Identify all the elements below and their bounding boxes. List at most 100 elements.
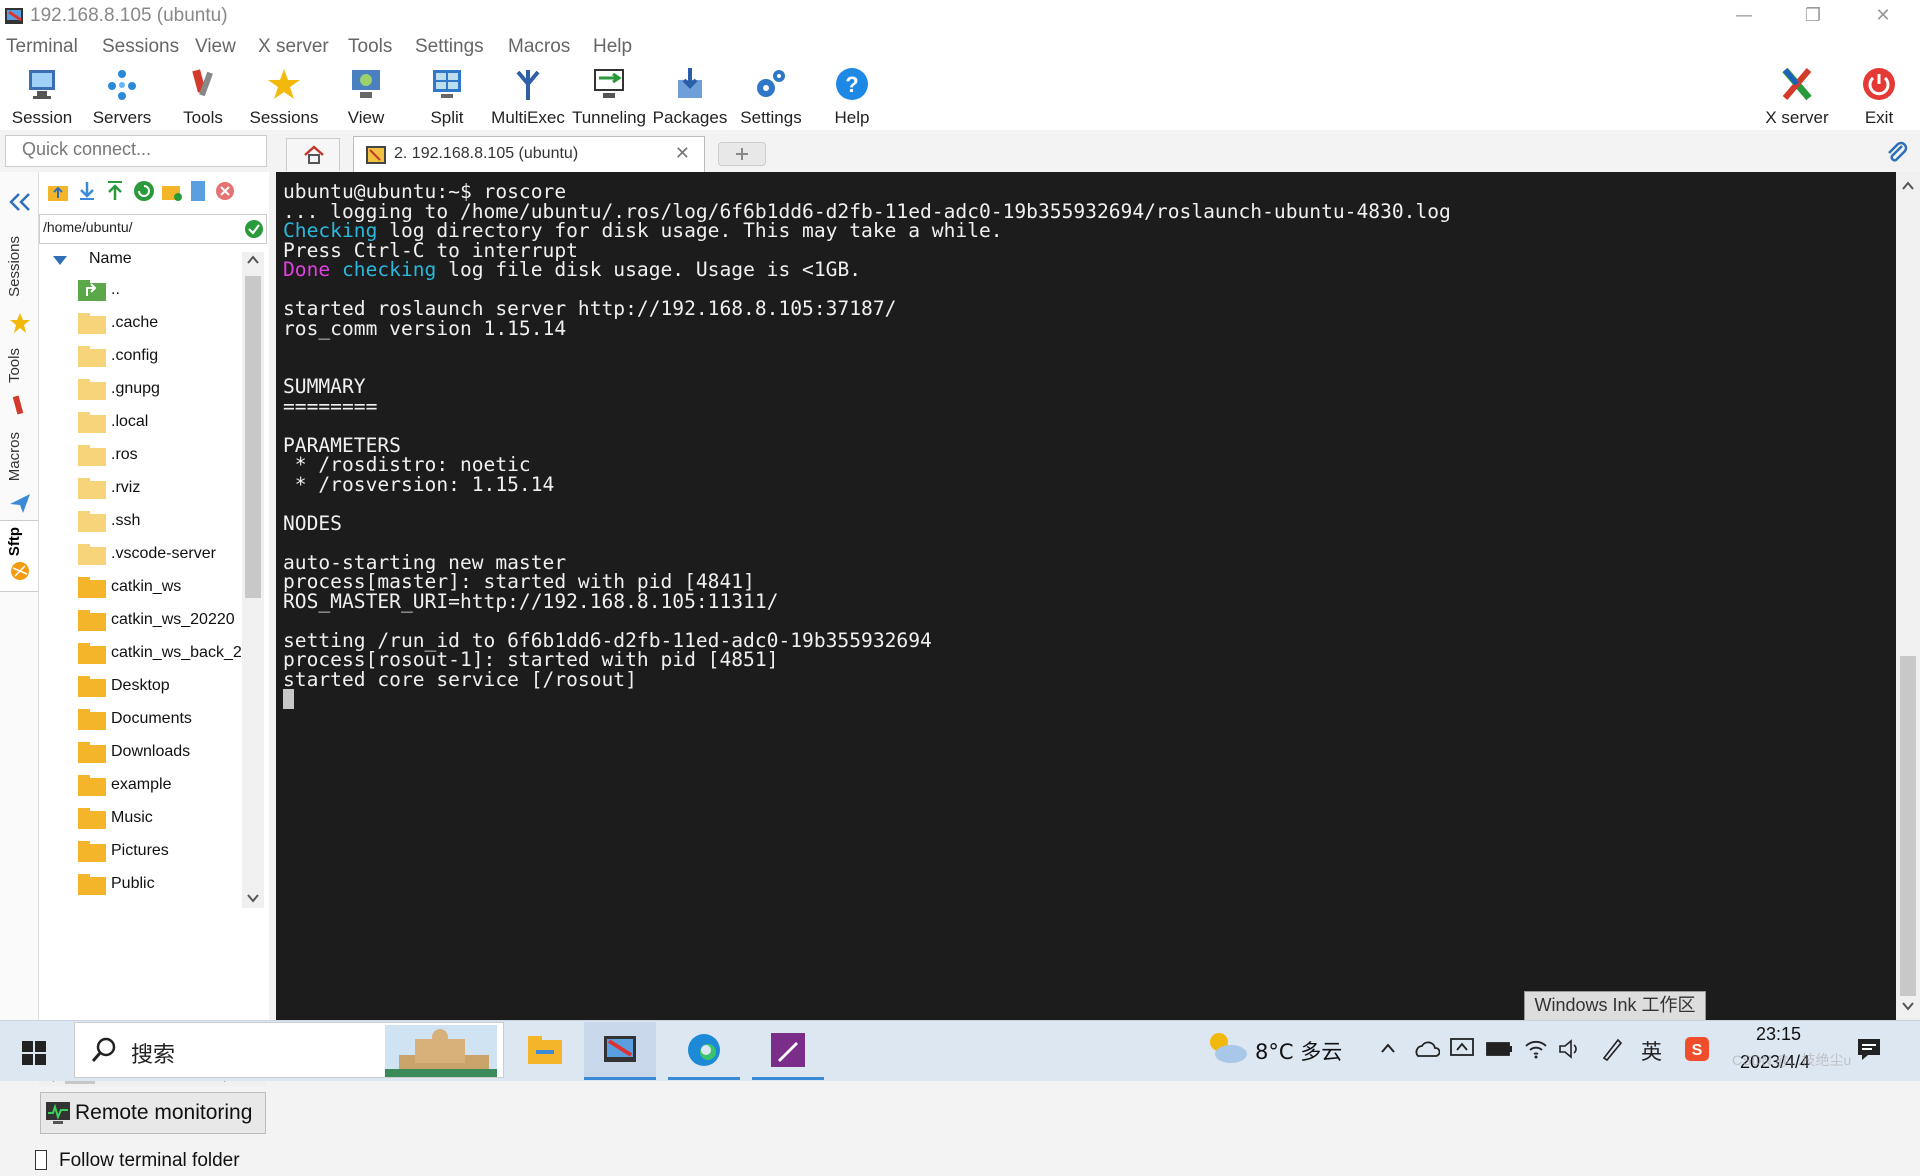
new-file-icon[interactable] [189, 180, 207, 202]
restore-button[interactable]: ❐ [1785, 0, 1841, 34]
refresh-icon[interactable] [133, 180, 155, 202]
view-button[interactable]: View [324, 66, 408, 128]
xserver-button[interactable]: X server [1755, 66, 1839, 128]
scroll-up-icon[interactable] [247, 254, 259, 266]
session-button[interactable]: Session [0, 66, 84, 128]
battery-icon[interactable] [1486, 1040, 1514, 1058]
sogou-ime-icon[interactable]: S [1684, 1036, 1710, 1062]
home-tab[interactable] [286, 138, 340, 171]
sftp-path-input[interactable]: /home/ubuntu/ [39, 214, 267, 244]
split-button[interactable]: Split [405, 66, 489, 128]
terminal-scroll-thumb[interactable] [1900, 656, 1916, 996]
menu-help[interactable]: Help [593, 36, 632, 58]
tray-chevron-up-icon[interactable] [1380, 1042, 1396, 1054]
path-ok-icon[interactable] [244, 219, 264, 239]
terminal-scrollbar[interactable] [1896, 172, 1920, 1020]
follow-folder-checkbox[interactable] [35, 1150, 47, 1170]
paperclip-icon[interactable] [1884, 140, 1910, 166]
column-header-name[interactable]: Name [39, 248, 239, 274]
menu-xserver[interactable]: X server [258, 36, 329, 58]
taskbar-mobaxterm[interactable] [584, 1022, 656, 1080]
tunneling-button[interactable]: Tunneling [567, 66, 651, 128]
new-tab-button[interactable] [718, 142, 766, 166]
file-row[interactable]: Desktop [77, 670, 247, 703]
follow-terminal-folder-row[interactable]: Follow terminal folder [35, 1142, 267, 1176]
file-row[interactable]: .rviz [77, 472, 247, 505]
quick-connect-input[interactable]: Quick connect... [5, 135, 267, 167]
file-name: catkin_ws_back_2 [111, 644, 242, 661]
file-row[interactable]: .config [77, 340, 247, 373]
ink-pen-icon[interactable] [1600, 1036, 1624, 1062]
file-row[interactable]: Public [77, 868, 247, 901]
file-row[interactable]: Music [77, 802, 247, 835]
sessions-button[interactable]: Sessions [242, 66, 326, 128]
scroll-down-icon[interactable] [247, 892, 259, 904]
menu-view[interactable]: View [195, 36, 236, 58]
scroll-up-icon[interactable] [1902, 180, 1914, 192]
remote-monitoring-button[interactable]: Remote monitoring [40, 1092, 266, 1134]
file-row[interactable]: .cache [77, 307, 247, 340]
taskbar-edge[interactable] [668, 1022, 740, 1080]
taskbar-file-explorer[interactable] [522, 1026, 568, 1076]
file-row[interactable]: Downloads [77, 736, 247, 769]
file-row[interactable]: Pictures [77, 835, 247, 868]
tools-button[interactable]: Tools [161, 66, 245, 128]
search-label: 搜索 [131, 1043, 176, 1068]
sftp-vertical-scrollbar[interactable] [242, 252, 264, 908]
tab-close-button[interactable]: ✕ [675, 143, 690, 164]
servers-button[interactable]: Servers [80, 66, 164, 128]
menu-settings[interactable]: Settings [415, 36, 484, 58]
terminal-line: started core service [/rosout] [283, 667, 637, 691]
windows-start-icon[interactable] [22, 1041, 46, 1065]
volume-icon[interactable] [1558, 1038, 1582, 1060]
taskbar-pen-app[interactable] [752, 1022, 824, 1080]
multiexec-button[interactable]: MultiExec [486, 66, 570, 128]
file-row[interactable]: .gnupg [77, 373, 247, 406]
clock-time[interactable]: 23:15 [1756, 1024, 1801, 1045]
ime-indicator[interactable]: 英 [1641, 1036, 1662, 1066]
terminal-line: ... logging to /home/ubuntu/.ros/log/6f6… [283, 199, 1451, 223]
minimize-button[interactable]: — [1716, 0, 1772, 34]
packages-button[interactable]: Packages [648, 66, 732, 128]
file-row[interactable]: .ros [77, 439, 247, 472]
file-row[interactable]: catkin_ws [77, 571, 247, 604]
folder-up-icon[interactable] [47, 182, 69, 202]
close-button[interactable]: ✕ [1855, 0, 1911, 34]
screen-share-icon[interactable] [1450, 1038, 1474, 1060]
file-row[interactable]: Documents [77, 703, 247, 736]
file-row[interactable]: example [77, 769, 247, 802]
file-row[interactable]: catkin_ws_20220 [77, 604, 247, 637]
file-row[interactable]: .. [77, 274, 247, 307]
download-icon[interactable] [77, 180, 97, 202]
terminal-pane[interactable]: ubuntu@ubuntu:~$ roscore... logging to /… [276, 172, 1896, 1020]
upload-icon[interactable] [105, 180, 125, 202]
taskbar-search-box[interactable]: 搜索 [74, 1022, 504, 1078]
scroll-down-icon[interactable] [1902, 1000, 1914, 1012]
weather-icon[interactable] [1205, 1030, 1249, 1066]
wifi-icon[interactable] [1524, 1038, 1548, 1060]
help-button[interactable]: ? Help [810, 66, 894, 128]
file-row[interactable]: .local [77, 406, 247, 439]
sftp-panel: /home/ubuntu/ Name .. .cache .config .gnupg… [35, 172, 269, 1171]
menu-terminal[interactable]: Terminal [6, 36, 78, 58]
weather-text[interactable]: 8°C 多云 [1255, 1036, 1342, 1066]
side-tab-sessions[interactable]: Sessions [6, 236, 23, 297]
sftp-scroll-thumb[interactable] [245, 276, 261, 598]
onedrive-cloud-icon[interactable] [1414, 1040, 1440, 1058]
file-row[interactable]: .ssh [77, 505, 247, 538]
file-row[interactable]: catkin_ws_back_2 [77, 637, 247, 670]
notification-icon[interactable] [1856, 1036, 1882, 1062]
delete-icon[interactable] [215, 181, 235, 201]
collapse-double-chevron-icon[interactable] [9, 192, 31, 212]
tab-session-2[interactable]: 2. 192.168.8.105 (ubuntu) ✕ [353, 136, 705, 173]
menu-sessions[interactable]: Sessions [102, 36, 179, 58]
settings-button[interactable]: Settings [729, 66, 813, 128]
menu-macros[interactable]: Macros [508, 36, 570, 58]
side-tab-macros[interactable]: Macros [6, 432, 23, 481]
side-tab-tools[interactable]: Tools [6, 348, 23, 383]
exit-button[interactable]: Exit [1837, 66, 1920, 128]
new-folder-icon[interactable] [161, 182, 183, 202]
menu-tools[interactable]: Tools [348, 36, 392, 58]
file-row[interactable]: .vscode-server [77, 538, 247, 571]
